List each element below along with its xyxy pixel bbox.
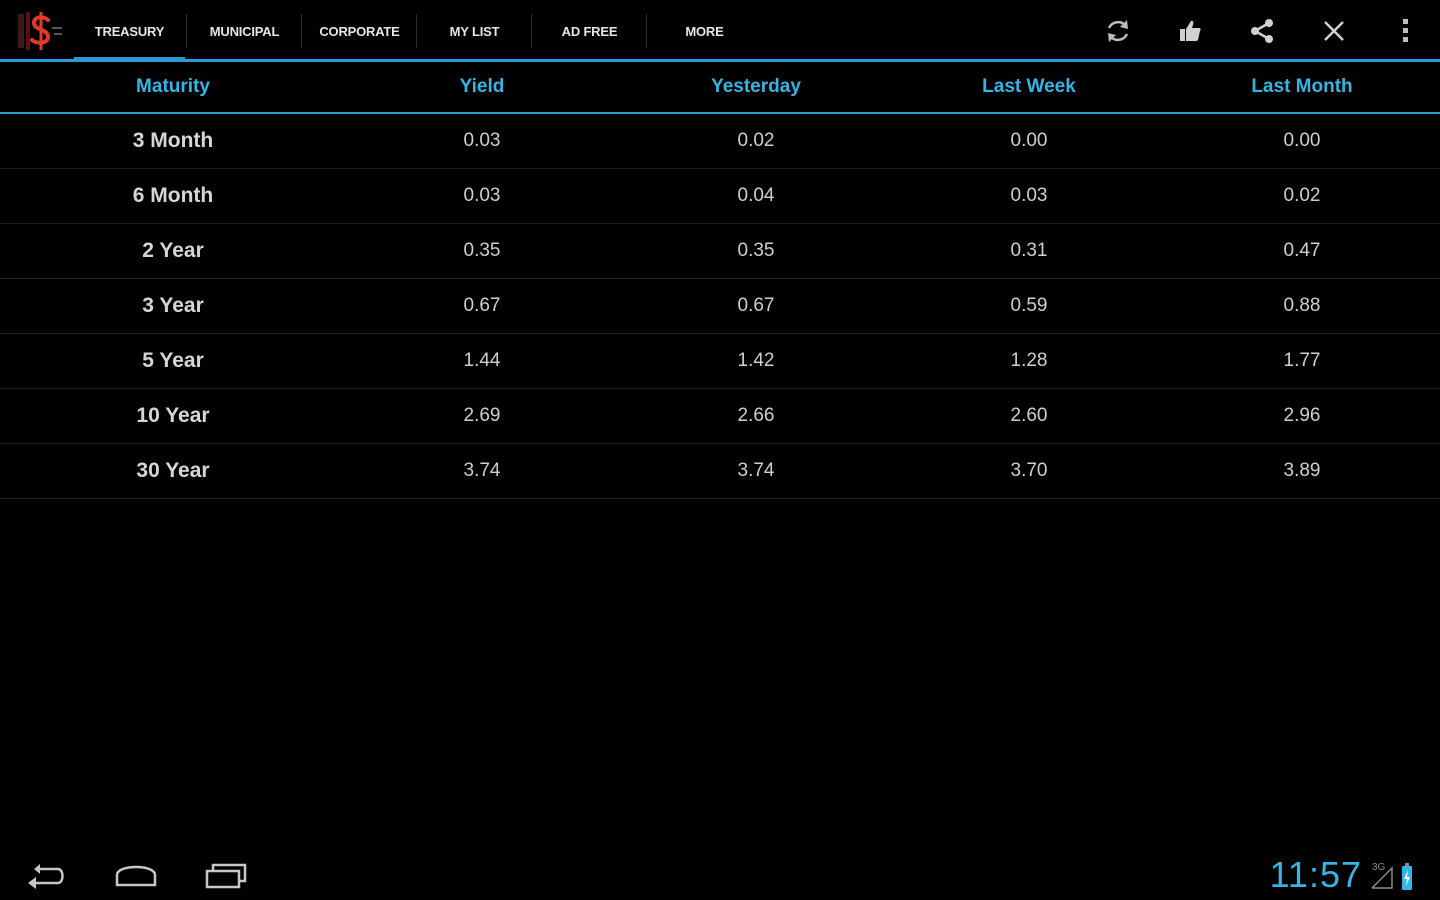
yesterday-cell: 1.42 (737, 350, 775, 371)
refresh-button[interactable] (1082, 0, 1154, 62)
yesterday-cell: 0.04 (737, 185, 775, 206)
tab-treasury[interactable]: TREASURY (72, 0, 187, 62)
thumbs-up-icon (1180, 20, 1201, 41)
tab-more[interactable]: MORE (647, 0, 762, 62)
overflow-menu-icon (1403, 19, 1408, 42)
home-icon (115, 865, 157, 887)
app-logo-icon[interactable] (14, 8, 66, 56)
yield-cell: 3.74 (463, 460, 501, 481)
yesterday-cell: 0.67 (737, 295, 775, 316)
last-week-cell: 3.70 (1010, 460, 1048, 481)
tab-my-list[interactable]: MY LIST (417, 0, 532, 62)
share-icon (1251, 19, 1273, 43)
maturity-cell: 6 Month (132, 184, 214, 207)
maturity-cell: 3 Year (142, 294, 204, 317)
last-month-cell: 0.88 (1283, 295, 1321, 316)
refresh-icon (1107, 20, 1129, 42)
table-row[interactable]: 10 Year 2.69 2.66 2.60 2.96 (0, 389, 1440, 444)
tab-ad-free[interactable]: AD FREE (532, 0, 647, 62)
action-buttons (1082, 0, 1440, 62)
yesterday-cell: 2.66 (737, 405, 775, 426)
maturity-cell: 30 Year (136, 459, 210, 482)
tab-label: TREASURY (94, 23, 165, 39)
last-month-cell: 1.77 (1283, 350, 1321, 371)
table-row[interactable]: 30 Year 3.74 3.74 3.70 3.89 (0, 444, 1440, 499)
tab-label: MY LIST (449, 23, 500, 39)
tab-corporate[interactable]: CORPORATE (302, 0, 417, 62)
recent-apps-button[interactable] (196, 856, 256, 896)
yield-cell: 1.44 (463, 350, 501, 371)
share-button[interactable] (1226, 0, 1298, 62)
maturity-cell: 10 Year (136, 404, 210, 427)
table-row[interactable]: 6 Month 0.03 0.04 0.03 0.02 (0, 169, 1440, 224)
table-row[interactable]: 5 Year 1.44 1.42 1.28 1.77 (0, 334, 1440, 389)
column-header-yesterday[interactable]: Yesterday (618, 76, 894, 98)
yesterday-cell: 3.74 (737, 460, 775, 481)
last-month-cell: 0.47 (1283, 240, 1321, 261)
like-button[interactable] (1154, 0, 1226, 62)
table-row[interactable]: 2 Year 0.35 0.35 0.31 0.47 (0, 224, 1440, 279)
maturity-cell: 3 Month (132, 129, 214, 152)
maturity-cell: 5 Year (142, 349, 204, 372)
last-week-cell: 1.28 (1010, 350, 1048, 371)
back-icon (28, 864, 64, 889)
last-month-cell: 0.00 (1283, 130, 1321, 151)
tab-label: AD FREE (561, 23, 618, 39)
column-header-last-week[interactable]: Last Week (894, 76, 1164, 98)
tab-label: CORPORATE (319, 23, 400, 39)
system-nav-bar: 11:57 3G (0, 850, 1440, 900)
last-month-cell: 0.02 (1283, 185, 1321, 206)
maturity-cell: 2 Year (142, 239, 204, 262)
yield-cell: 0.03 (463, 185, 501, 206)
tab-strip: TREASURY MUNICIPAL CORPORATE MY LIST AD … (72, 0, 762, 62)
column-header-maturity[interactable]: Maturity (0, 76, 346, 98)
last-month-cell: 2.96 (1283, 405, 1321, 426)
close-icon (1324, 21, 1344, 41)
recent-apps-icon (205, 863, 247, 889)
column-header-last-month[interactable]: Last Month (1164, 76, 1440, 98)
column-header-yield[interactable]: Yield (346, 76, 618, 98)
screen: TREASURY MUNICIPAL CORPORATE MY LIST AD … (0, 0, 1440, 900)
last-month-cell: 3.89 (1283, 460, 1321, 481)
overflow-menu-button[interactable] (1370, 0, 1440, 62)
tab-label: MORE (685, 23, 724, 39)
close-button[interactable] (1298, 0, 1370, 62)
tab-municipal[interactable]: MUNICIPAL (187, 0, 302, 62)
yesterday-cell: 0.35 (737, 240, 775, 261)
yesterday-cell: 0.02 (737, 130, 775, 151)
last-week-cell: 0.03 (1010, 185, 1048, 206)
tab-label: MUNICIPAL (209, 23, 280, 39)
table-header-row: Maturity Yield Yesterday Last Week Last … (0, 62, 1440, 114)
back-button[interactable] (16, 856, 76, 896)
yield-cell: 0.03 (463, 130, 501, 151)
table-row[interactable]: 3 Month 0.03 0.02 0.00 0.00 (0, 114, 1440, 169)
last-week-cell: 0.00 (1010, 130, 1048, 151)
yield-cell: 0.67 (463, 295, 501, 316)
signal-type-label: 3G (1372, 862, 1386, 873)
table-row[interactable]: 3 Year 0.67 0.67 0.59 0.88 (0, 279, 1440, 334)
status-clock[interactable]: 11:57 (1270, 854, 1362, 896)
yield-cell: 2.69 (463, 405, 501, 426)
home-button[interactable] (106, 856, 166, 896)
last-week-cell: 0.31 (1010, 240, 1048, 261)
action-bar: TREASURY MUNICIPAL CORPORATE MY LIST AD … (0, 0, 1440, 62)
last-week-cell: 2.60 (1010, 405, 1048, 426)
yield-cell: 0.35 (463, 240, 501, 261)
last-week-cell: 0.59 (1010, 295, 1048, 316)
yield-table: Maturity Yield Yesterday Last Week Last … (0, 62, 1440, 499)
status-icons[interactable]: 3G (1366, 858, 1426, 894)
